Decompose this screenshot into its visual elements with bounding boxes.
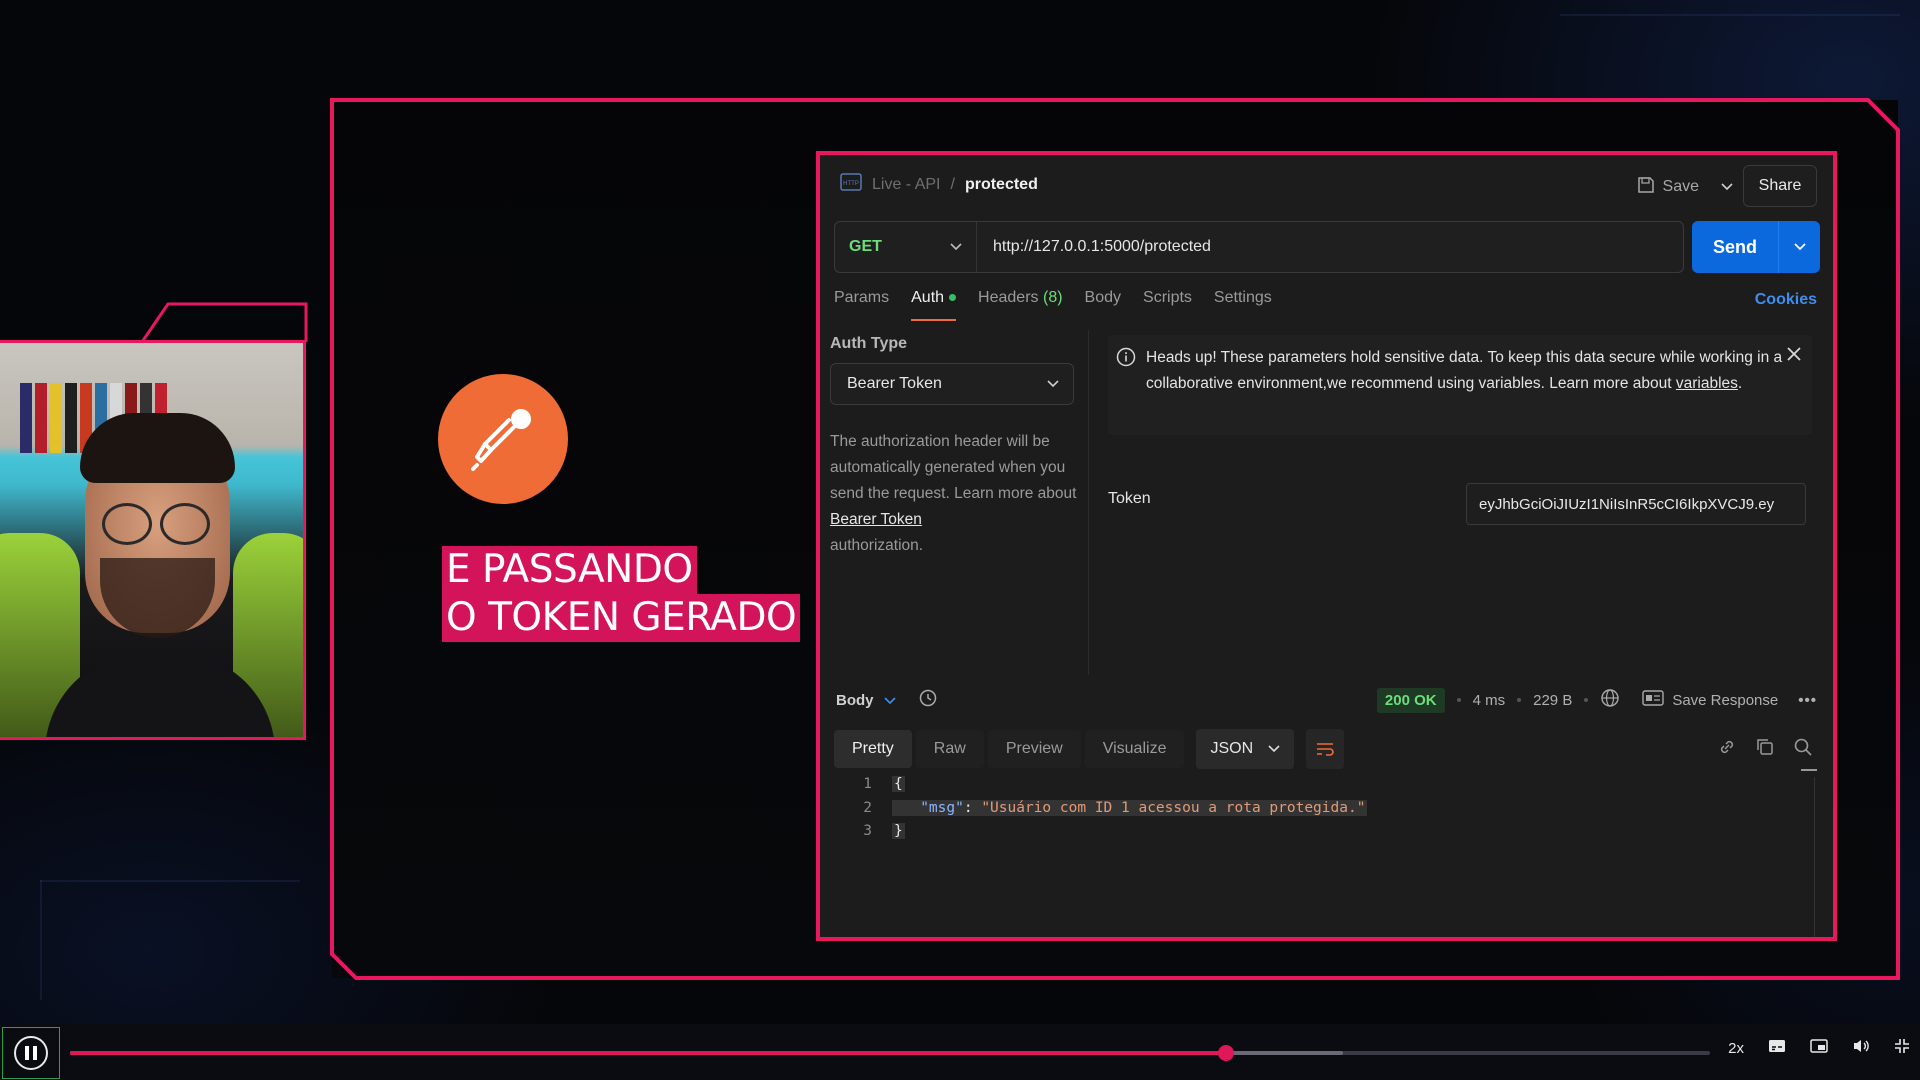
chevron-down-icon[interactable] (1721, 178, 1733, 196)
headers-count: (8) (1042, 289, 1063, 306)
code-line: 2 "msg": "Usuário com ID 1 acessou a rot… (863, 799, 1368, 816)
pause-button[interactable] (2, 1027, 60, 1079)
progress-handle[interactable] (1218, 1045, 1235, 1061)
response-body-select[interactable]: Body (836, 688, 938, 712)
webcam-tab (140, 302, 308, 343)
close-icon[interactable] (1786, 345, 1802, 371)
captions-icon[interactable] (1768, 1039, 1786, 1057)
tab-headers[interactable]: Headers (8) (978, 289, 1063, 321)
tab-params[interactable]: Params (834, 289, 889, 321)
send-label: Send (1712, 236, 1757, 257)
progress-bar[interactable] (70, 1045, 1710, 1061)
request-title-row: HTTP Live - API / protected (840, 173, 1038, 196)
fullscreen-exit-icon[interactable] (1894, 1038, 1910, 1058)
tab-settings[interactable]: Settings (1214, 289, 1272, 321)
share-button[interactable]: Share (1743, 165, 1817, 207)
auth-active-dot (949, 294, 957, 302)
request-name[interactable]: protected (965, 176, 1038, 194)
tab-visualize[interactable]: Visualize (1084, 730, 1185, 768)
chevron-down-icon (1268, 740, 1281, 758)
info-icon (1116, 347, 1136, 376)
scrollbar-thumb[interactable] (1801, 769, 1817, 771)
format-select[interactable]: JSON (1196, 729, 1295, 769)
svg-text:HTTP: HTTP (843, 181, 859, 187)
request-tabs: Params Auth Headers (8) Body Scripts Set… (834, 289, 1272, 321)
cookies-link[interactable]: Cookies (1755, 291, 1817, 309)
auth-type-select[interactable]: Bearer Token (830, 363, 1074, 405)
postman-window: HTTP Live - API / protected Save Share G… (816, 151, 1837, 941)
tab-preview[interactable]: Preview (987, 730, 1081, 768)
playback-speed[interactable]: 2x (1728, 1040, 1744, 1057)
response-body[interactable]: 1{ 2 "msg": "Usuário com ID 1 acessou a … (834, 773, 1368, 844)
copy-icon[interactable] (1755, 737, 1775, 762)
search-icon[interactable] (1793, 737, 1813, 762)
breadcrumb-separator: / (950, 175, 955, 193)
http-icon: HTTP (840, 173, 862, 196)
bearer-token-link[interactable]: Bearer Token (830, 511, 922, 528)
webcam-video (0, 340, 306, 740)
response-time[interactable]: 4 ms (1473, 692, 1506, 709)
globe-icon[interactable] (1600, 688, 1620, 712)
token-label: Token (1108, 490, 1151, 507)
auth-type-value: Bearer Token (847, 375, 942, 392)
save-label: Save (1662, 178, 1699, 195)
save-button[interactable]: Save (1629, 169, 1741, 205)
response-bar: Body 200 OK 4 ms 229 B Save Response ••• (820, 675, 1833, 725)
response-view-tabs: Pretty Raw Preview Visualize JSON (834, 729, 1345, 769)
variables-link[interactable]: variables (1676, 375, 1738, 392)
tab-raw[interactable]: Raw (915, 730, 984, 768)
video-controls: 2x (0, 1024, 1920, 1080)
auth-type-label: Auth Type (830, 335, 908, 352)
chevron-down-icon (950, 238, 962, 256)
player-right-controls: 2x (1728, 1038, 1910, 1058)
save-response-button[interactable]: Save Response (1642, 690, 1778, 710)
postman-logo (438, 374, 568, 504)
chevron-down-icon (1047, 375, 1059, 393)
picture-in-picture-icon[interactable] (1810, 1039, 1828, 1057)
code-line: 3} (863, 823, 905, 839)
caption-overlay: E PASSANDO O TOKEN GERADO (442, 546, 801, 642)
chevron-down-icon[interactable] (1778, 221, 1820, 273)
progress-fill (70, 1051, 1227, 1055)
history-icon[interactable] (918, 688, 938, 712)
circuit-line (40, 880, 300, 882)
circuit-line (1560, 14, 1900, 16)
tab-body[interactable]: Body (1085, 289, 1121, 321)
method-label: GET (849, 238, 882, 255)
auth-help-text: The authorization header will be automat… (830, 433, 1077, 554)
pause-icon (14, 1036, 48, 1070)
more-options-icon[interactable]: ••• (1798, 692, 1817, 709)
sensitive-data-notice: Heads up! These parameters hold sensitiv… (1108, 335, 1812, 435)
breadcrumb-collection[interactable]: Live - API (872, 176, 940, 194)
circuit-line (40, 880, 42, 1000)
tab-auth[interactable]: Auth (911, 289, 957, 321)
token-input[interactable]: eyJhbGciOiJIUzI1NiIsInR5cCI6IkpXVCJ9.ey (1466, 483, 1806, 525)
caption-line-1: E PASSANDO (442, 546, 697, 594)
tab-scripts[interactable]: Scripts (1143, 289, 1192, 321)
link-icon[interactable] (1717, 737, 1737, 762)
save-icon (1637, 176, 1655, 199)
scrollbar-track[interactable] (1814, 777, 1815, 937)
response-size[interactable]: 229 B (1533, 692, 1572, 709)
method-select[interactable]: GET (835, 222, 977, 272)
send-button[interactable]: Send (1692, 221, 1820, 273)
volume-icon[interactable] (1852, 1038, 1870, 1058)
url-input[interactable]: http://127.0.0.1:5000/protected (977, 238, 1211, 256)
code-line: 1{ (863, 776, 905, 792)
chevron-down-icon (883, 692, 896, 709)
panel-divider (1088, 330, 1089, 675)
auth-type-panel: Auth Type Bearer Token The authorization… (830, 335, 1080, 559)
wrap-lines-icon[interactable] (1306, 729, 1345, 769)
caption-line-2: O TOKEN GERADO (442, 594, 801, 642)
tab-pretty[interactable]: Pretty (834, 730, 912, 768)
response-actions (1717, 737, 1813, 762)
url-bar: GET http://127.0.0.1:5000/protected (834, 221, 1684, 273)
status-badge[interactable]: 200 OK (1376, 687, 1445, 713)
save-response-icon (1642, 690, 1665, 710)
